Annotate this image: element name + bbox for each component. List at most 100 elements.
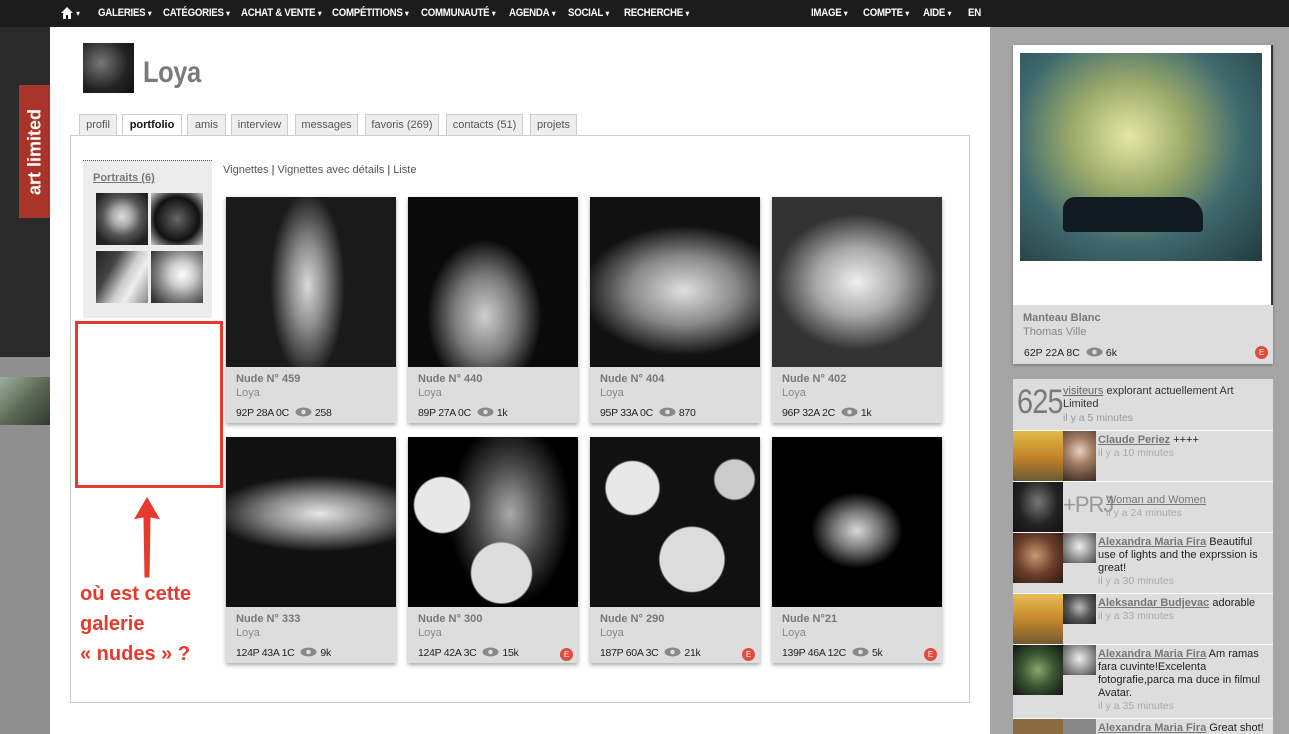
photo-author[interactable]: Loya — [782, 387, 806, 399]
photo-title[interactable]: Nude N° 333 — [236, 613, 300, 625]
home-icon[interactable] — [59, 5, 75, 21]
portrait-thumb[interactable] — [96, 251, 148, 303]
photo-stats: 187P 60A 3C 21k — [600, 647, 701, 659]
chevron-down-icon: ▾ — [552, 9, 556, 18]
photo-title[interactable]: Nude N°21 — [782, 613, 837, 625]
photo-card[interactable]: Nude N° 290 Loya 187P 60A 3C 21k E — [590, 437, 760, 663]
art-limited-logo[interactable]: art limited — [19, 85, 50, 218]
featured-photo-card[interactable]: Manteau Blanc Thomas Ville 62P 22A 8C 6k … — [1013, 45, 1273, 364]
photo-title[interactable]: Nude N° 300 — [418, 613, 482, 625]
visitors-link[interactable]: visiteurs — [1063, 385, 1103, 397]
avatar[interactable] — [83, 43, 134, 93]
tab-interview[interactable]: interview — [231, 114, 288, 135]
nav-competitions[interactable]: COMPÉTITIONS ▾ — [332, 7, 409, 19]
view-liste[interactable]: Liste — [393, 164, 416, 176]
nav-categories[interactable]: CATÉGORIES ▾ — [163, 7, 230, 19]
photo-thumbnail[interactable] — [226, 197, 396, 367]
activity-photo-thumb[interactable] — [1013, 719, 1063, 734]
eye-icon — [664, 647, 681, 657]
avatar[interactable] — [1063, 533, 1096, 563]
nav-lang[interactable]: EN — [968, 7, 981, 19]
project-link[interactable]: Woman and Women — [1106, 494, 1206, 506]
photo-thumbnail[interactable] — [590, 437, 760, 607]
tab-messages[interactable]: messages — [295, 114, 358, 135]
portrait-thumb[interactable] — [96, 193, 148, 245]
highlight-box — [75, 321, 223, 488]
photo-author[interactable]: Loya — [782, 627, 806, 639]
photo-thumbnail[interactable] — [772, 437, 942, 607]
photo-author[interactable]: Loya — [236, 387, 260, 399]
activity-item: Aleksandar Budjevac adorable il y a 33 mi… — [1013, 593, 1273, 644]
photo-thumbnail[interactable] — [590, 197, 760, 367]
photo-author[interactable]: Loya — [418, 387, 442, 399]
tab-portfolio[interactable]: portfolio — [122, 114, 182, 136]
photo-title[interactable]: Nude N° 404 — [600, 373, 664, 385]
photo-author[interactable]: Loya — [600, 627, 624, 639]
activity-user[interactable]: Aleksandar Budjevac — [1098, 597, 1209, 609]
activity-photo-thumb[interactable] — [1013, 482, 1063, 532]
tab-profil[interactable]: profil — [79, 114, 117, 135]
activity-user[interactable]: Alexandra Maria Fira — [1098, 722, 1206, 734]
activity-user[interactable]: Alexandra Maria Fira — [1098, 648, 1206, 660]
nav-achat-vente[interactable]: ACHAT & VENTE ▾ — [241, 7, 322, 19]
nav-galeries[interactable]: GALERIES ▾ — [98, 7, 152, 19]
activity-user[interactable]: Alexandra Maria Fira — [1098, 536, 1206, 548]
photo-thumbnail[interactable] — [408, 437, 578, 607]
photo-card[interactable]: Nude N°21 Loya 139P 46A 12C 5k E — [772, 437, 942, 663]
activity-photo-thumb[interactable] — [1013, 645, 1063, 695]
photo-title[interactable]: Nude N° 440 — [418, 373, 482, 385]
avatar[interactable] — [1063, 645, 1096, 675]
avatar[interactable] — [1063, 719, 1096, 734]
eye-icon — [1086, 347, 1103, 357]
featured-title[interactable]: Manteau Blanc — [1023, 312, 1101, 324]
chevron-down-icon: ▾ — [491, 9, 496, 18]
featured-photo[interactable] — [1013, 45, 1273, 305]
tab-favoris[interactable]: favoris (269) — [365, 114, 439, 135]
photo-card[interactable]: Nude N° 459 Loya 92P 28A 0C 258 — [226, 197, 396, 423]
side-thumbnail[interactable] — [0, 377, 50, 425]
avatar[interactable] — [1063, 594, 1096, 624]
activity-photo-thumb[interactable] — [1013, 594, 1063, 644]
photo-author[interactable]: Loya — [236, 627, 260, 639]
nav-social[interactable]: SOCIAL ▾ — [568, 7, 609, 19]
nav-compte[interactable]: COMPTE ▾ — [863, 7, 909, 19]
photo-title[interactable]: Nude N° 459 — [236, 373, 300, 385]
photo-title[interactable]: Nude N° 290 — [600, 613, 664, 625]
photo-thumbnail[interactable] — [408, 197, 578, 367]
nav-communaute[interactable]: COMMUNAUTÉ ▾ — [421, 7, 496, 19]
photo-author[interactable]: Loya — [418, 627, 442, 639]
activity-user[interactable]: Claude Periez — [1098, 434, 1170, 446]
photo-title[interactable]: Nude N° 402 — [782, 373, 846, 385]
tab-contacts[interactable]: contacts (51) — [446, 114, 523, 135]
photo-author[interactable]: Loya — [600, 387, 624, 399]
photo-card[interactable]: Nude N° 404 Loya 95P 33A 0C 870 — [590, 197, 760, 423]
gallery-link-portraits[interactable]: Portraits (6) — [93, 172, 155, 184]
activity-photo-thumb[interactable] — [1013, 431, 1063, 481]
nav-aide[interactable]: AIDE ▾ — [923, 7, 951, 19]
portrait-thumb[interactable] — [151, 193, 203, 245]
activity-photo-thumb[interactable] — [1013, 533, 1063, 583]
nav-recherche[interactable]: RECHERCHE ▾ — [624, 7, 689, 19]
activity-text: ++++ — [1173, 434, 1199, 446]
eye-icon — [300, 647, 317, 657]
photo-card[interactable]: Nude N° 300 Loya 124P 42A 3C 15k E — [408, 437, 578, 663]
avatar[interactable] — [1063, 431, 1096, 481]
timestamp: il y a 5 minutes — [1063, 412, 1134, 424]
chevron-down-icon: ▾ — [226, 9, 230, 18]
home-chevron-icon[interactable]: ▾ — [76, 9, 80, 18]
view-vignettes[interactable]: Vignettes — [223, 164, 269, 176]
nav-image[interactable]: IMAGE ▾ — [811, 7, 848, 19]
tab-amis[interactable]: amis — [187, 114, 226, 135]
view-vignettes-details[interactable]: Vignettes avec détails — [278, 164, 385, 176]
featured-author[interactable]: Thomas Ville — [1023, 326, 1086, 338]
photo-card[interactable]: Nude N° 402 Loya 96P 32A 2C 1k — [772, 197, 942, 423]
photo-thumbnail[interactable] — [772, 197, 942, 367]
chevron-down-icon: ▾ — [405, 9, 409, 18]
eye-icon — [659, 407, 676, 417]
tab-projets[interactable]: projets — [530, 114, 577, 135]
photo-card[interactable]: Nude N° 333 Loya 124P 43A 1C 9k — [226, 437, 396, 663]
nav-agenda[interactable]: AGENDA ▾ — [509, 7, 556, 19]
photo-thumbnail[interactable] — [226, 437, 396, 607]
portrait-thumb[interactable] — [151, 251, 203, 303]
photo-card[interactable]: Nude N° 440 Loya 89P 27A 0C 1k — [408, 197, 578, 423]
